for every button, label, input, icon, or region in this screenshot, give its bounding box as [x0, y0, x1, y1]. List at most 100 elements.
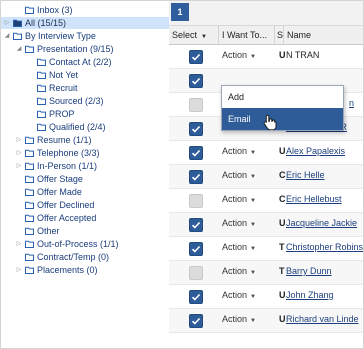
- table-row: Action ▼ U Richard van Linde: [169, 309, 363, 333]
- checkmark-icon: [191, 53, 201, 61]
- tree-node[interactable]: ▷ Out-of-Process (1/1): [15, 238, 119, 250]
- tree-node[interactable]: Not Yet: [27, 69, 78, 81]
- tree-node-label: In-Person (1/1): [37, 161, 98, 171]
- action-dropdown[interactable]: Action▼: [222, 170, 256, 180]
- action-label: Action: [222, 146, 248, 156]
- candidate-name-link[interactable]: John Zhang: [286, 290, 334, 300]
- folder-icon: [25, 227, 34, 235]
- menu-item-add[interactable]: Add: [222, 86, 343, 108]
- expanded-triangle-icon[interactable]: ◢: [15, 43, 23, 55]
- action-dropdown[interactable]: Action▼: [222, 242, 256, 252]
- row-select-checkbox[interactable]: [189, 218, 203, 232]
- tree-node[interactable]: Offer Stage: [15, 173, 83, 185]
- row-select-checkbox[interactable]: [189, 290, 203, 304]
- folder-icon: [13, 19, 22, 27]
- tree-node[interactable]: Contact At (2/2): [27, 56, 112, 68]
- folder-icon: [25, 188, 34, 196]
- status-code: T: [279, 242, 285, 252]
- row-select-checkbox[interactable]: [189, 50, 203, 64]
- status-code: C: [279, 170, 286, 180]
- checkmark-icon: [191, 317, 201, 325]
- tree-node-label: Resume (1/1): [37, 135, 92, 145]
- tree-node-label: Contact At (2/2): [49, 57, 112, 67]
- tree-node[interactable]: Inbox (3): [15, 4, 73, 16]
- tree-node[interactable]: ▷ Resume (1/1): [15, 134, 92, 146]
- folder-icon: [37, 58, 46, 66]
- row-select-checkbox[interactable]: [189, 122, 203, 136]
- candidate-name-link[interactable]: Barry Dunn: [286, 266, 332, 276]
- tree-node[interactable]: Offer Accepted: [15, 212, 96, 224]
- action-label: Action: [222, 290, 248, 300]
- tree-node-label: Telephone (3/3): [37, 148, 100, 158]
- row-select-checkbox[interactable]: [189, 146, 203, 160]
- collapsed-triangle-icon[interactable]: ▷: [15, 147, 23, 159]
- expanded-triangle-icon[interactable]: ◢: [3, 30, 11, 42]
- collapsed-triangle-icon[interactable]: ▷: [15, 160, 23, 172]
- row-select-checkbox[interactable]: [189, 266, 203, 280]
- page-number-button[interactable]: 1: [171, 3, 189, 21]
- tree-node[interactable]: ▷ Placements (0): [15, 264, 98, 276]
- row-select-checkbox[interactable]: [189, 314, 203, 328]
- tree-node[interactable]: Offer Declined: [15, 199, 94, 211]
- tree-node[interactable]: ◢ Presentation (9/15): [15, 43, 114, 55]
- header-select[interactable]: Select ▼: [169, 26, 219, 45]
- candidate-name-link[interactable]: Richard van Linde: [286, 314, 359, 324]
- table-row: Action ▼ C Eric Hellebust: [169, 189, 363, 213]
- header-name[interactable]: Name: [284, 26, 363, 45]
- row-select-checkbox[interactable]: [189, 170, 203, 184]
- candidate-name-link[interactable]: Alex Papalexis: [286, 146, 345, 156]
- row-select-checkbox[interactable]: [189, 194, 203, 208]
- collapsed-triangle-icon[interactable]: ▷: [15, 134, 23, 146]
- menu-item-email[interactable]: Email: [222, 108, 343, 130]
- action-dropdown[interactable]: Action▼: [222, 314, 256, 324]
- tree-node[interactable]: ▷ All (15/15): [1, 17, 169, 29]
- tree-node[interactable]: ◢ By Interview Type: [3, 30, 96, 42]
- candidate-pipeline-window: Inbox (3) ▷ All (15/15) ◢ By Interview Type ◢…: [0, 0, 364, 349]
- folder-icon: [25, 149, 34, 157]
- tree-node-label: All (15/15): [25, 18, 67, 28]
- table-row: Action ▼ U Alex Papalexis: [169, 141, 363, 165]
- table-row: Action ▼ U Jacqueline Jackie: [169, 213, 363, 237]
- row-select-checkbox[interactable]: [189, 98, 203, 112]
- tree-node[interactable]: PROP: [27, 108, 75, 120]
- tree-node[interactable]: Recruit: [27, 82, 78, 94]
- header-status[interactable]: S: [275, 26, 284, 45]
- candidate-name-link[interactable]: Eric Helle: [286, 170, 325, 180]
- collapsed-triangle-icon[interactable]: ▷: [15, 238, 23, 250]
- folder-icon: [37, 123, 46, 131]
- tree-node-label: By Interview Type: [25, 31, 96, 41]
- action-dropdown-menu: Add Email: [221, 85, 344, 131]
- action-dropdown[interactable]: Action▼: [222, 218, 256, 228]
- action-dropdown[interactable]: Action▼: [222, 290, 256, 300]
- tree-node[interactable]: Contract/Temp (0): [15, 251, 109, 263]
- folder-icon: [37, 84, 46, 92]
- candidate-name-link[interactable]: Eric Hellebust: [286, 194, 342, 204]
- row-select-checkbox[interactable]: [189, 74, 203, 88]
- row-select-checkbox[interactable]: [189, 242, 203, 256]
- action-dropdown[interactable]: Action▼: [222, 50, 256, 60]
- tree-node[interactable]: Offer Made: [15, 186, 82, 198]
- candidate-name-link[interactable]: n: [349, 98, 354, 108]
- tree-node[interactable]: Other: [15, 225, 60, 237]
- header-i-want-to[interactable]: I Want To...: [219, 26, 275, 45]
- candidate-name-link[interactable]: Jacqueline Jackie: [286, 218, 357, 228]
- action-dropdown[interactable]: Action▼: [222, 146, 256, 156]
- collapsed-triangle-icon[interactable]: ▷: [3, 17, 11, 29]
- tree-node[interactable]: Sourced (2/3): [27, 95, 104, 107]
- checkmark-icon: [191, 221, 201, 229]
- collapsed-triangle-icon[interactable]: ▷: [15, 264, 23, 276]
- folder-icon: [37, 97, 46, 105]
- folder-icon: [25, 266, 34, 274]
- tree-node[interactable]: ▷ Telephone (3/3): [15, 147, 100, 159]
- action-dropdown[interactable]: Action▼: [222, 266, 256, 276]
- tree-node[interactable]: Qualified (2/4): [27, 121, 106, 133]
- action-dropdown[interactable]: Action▼: [222, 194, 256, 204]
- tree-node[interactable]: ▷ In-Person (1/1): [15, 160, 97, 172]
- tree-node-label: Offer Made: [37, 187, 82, 197]
- candidate-name-link[interactable]: Christopher Robins: [286, 242, 363, 252]
